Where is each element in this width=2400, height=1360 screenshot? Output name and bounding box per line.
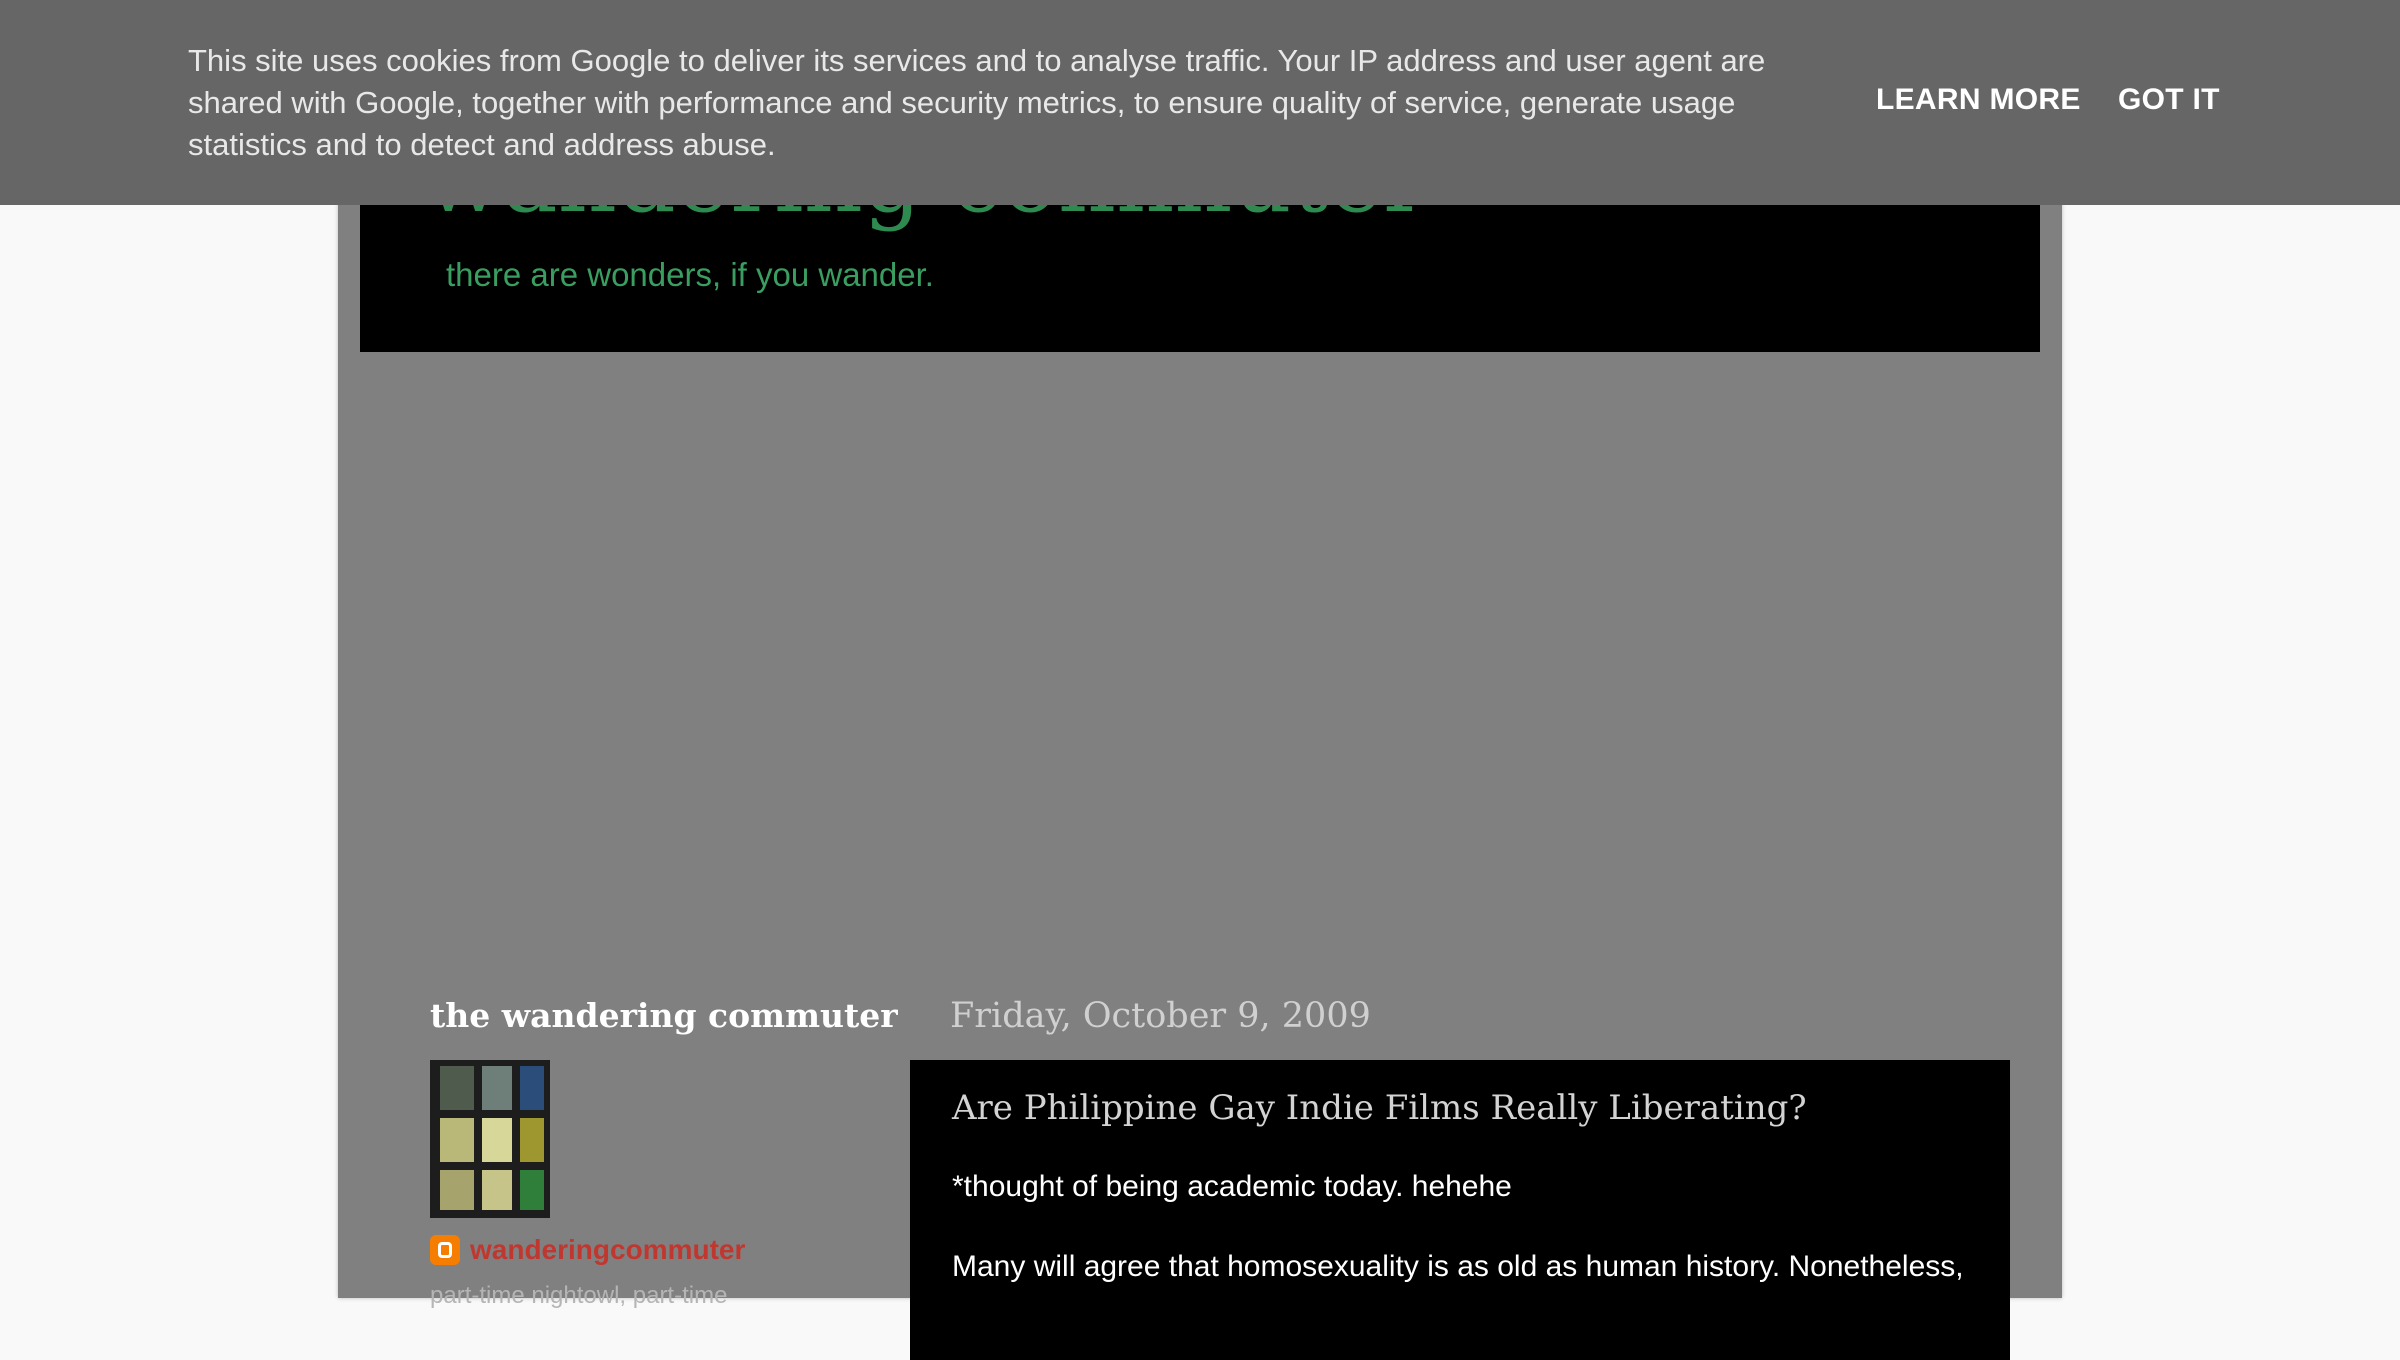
got-it-button[interactable]: GOT IT: [2118, 83, 2220, 117]
blog-description: there are wonders, if you wander.: [446, 256, 934, 293]
profile-link[interactable]: wanderingcommuter: [430, 1234, 745, 1266]
learn-more-button[interactable]: LEARN MORE: [1876, 83, 2081, 117]
date-header: Friday, October 9, 2009: [950, 996, 1371, 1036]
profile-name[interactable]: wanderingcommuter: [470, 1234, 745, 1266]
ad-space: [360, 352, 2040, 952]
post-title[interactable]: Are Philippine Gay Indie Films Really Li…: [952, 1088, 1807, 1128]
post: Are Philippine Gay Indie Films Really Li…: [910, 1060, 2010, 1360]
profile-about: part-time nightowl, part-time: [430, 1282, 728, 1309]
cookie-message: This site uses cookies from Google to de…: [188, 43, 1766, 162]
sidebar: the wandering commuter wanderingcommuter…: [430, 996, 898, 1309]
post-intro: *thought of being academic today. hehehe: [952, 1170, 1512, 1203]
blogger-icon: [430, 1235, 460, 1265]
profile-photo[interactable]: [430, 1060, 550, 1218]
sidebar-title: the wandering commuter: [430, 996, 898, 1035]
cookie-notice: This site uses cookies from Google to de…: [0, 0, 2400, 205]
post-body: Many will agree that homosexuality is as…: [952, 1250, 1964, 1283]
